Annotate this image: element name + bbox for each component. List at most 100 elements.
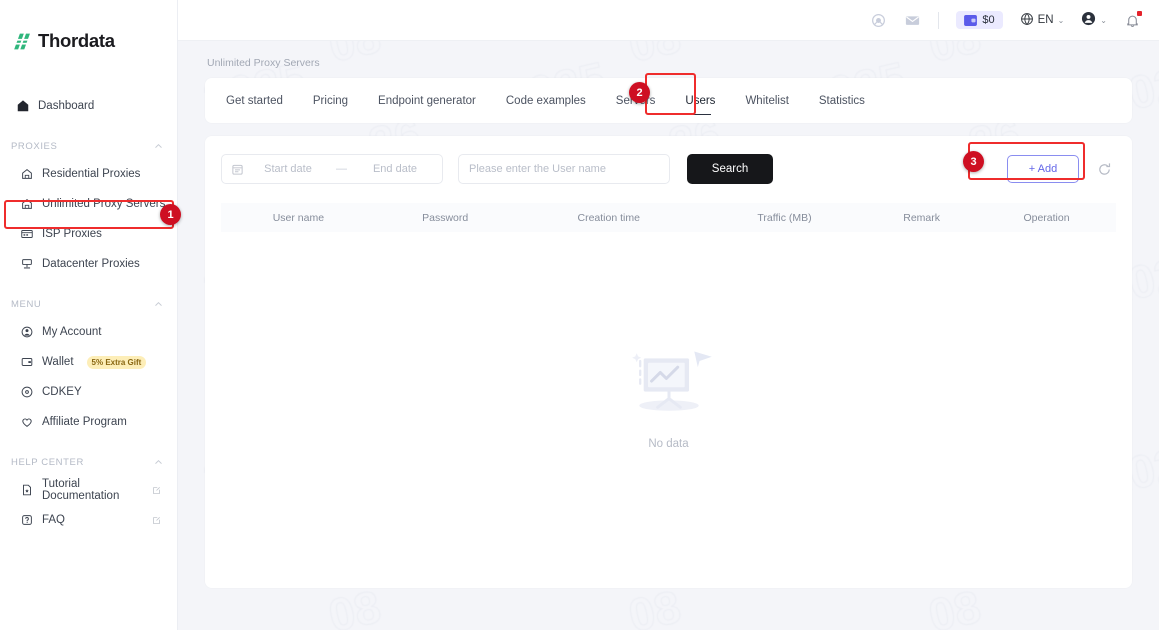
sidebar-item-label: Datacenter Proxies [42, 258, 140, 270]
sidebar-group-label: PROXIES [11, 140, 58, 152]
sidebar-item-label: Wallet [42, 356, 74, 368]
table-header-row: User name Password Creation time Traffic… [221, 203, 1116, 232]
user-circle-icon [20, 325, 34, 339]
brand-logo[interactable]: Thordata [0, 0, 177, 56]
wallet-gift-badge: 5% Extra Gift [86, 355, 147, 369]
mail-icon[interactable] [904, 12, 921, 29]
start-date-placeholder: Start date [264, 163, 312, 175]
main-area: $0 EN ⌄ ⌄ Unlimited Proxy Servers Get st… [178, 0, 1159, 630]
users-table: User name Password Creation time Traffic… [221, 203, 1116, 232]
notification-dot [1137, 10, 1142, 16]
breadcrumb: Unlimited Proxy Servers [207, 57, 320, 69]
brand-name: Thordata [38, 30, 115, 51]
sidebar-item-wallet[interactable]: Wallet 5% Extra Gift [20, 347, 177, 377]
add-button-label: + Add [1028, 163, 1058, 175]
annotation-number-2: 2 [629, 82, 650, 103]
sidebar-group-menu[interactable]: MENU [0, 291, 177, 317]
home-icon [16, 99, 30, 113]
empty-state-label: No data [648, 438, 689, 450]
wallet-icon [964, 14, 978, 26]
refresh-icon[interactable] [1097, 162, 1112, 177]
user-avatar-icon [1081, 11, 1096, 29]
page-content: Unlimited Proxy Servers Get started Pric… [178, 41, 1159, 588]
sidebar-item-cdkey[interactable]: CDKEY [20, 377, 177, 407]
sidebar-group-label: HELP CENTER [11, 456, 84, 468]
column-operation: Operation [977, 203, 1116, 232]
tab-code-examples[interactable]: Code examples [506, 78, 586, 123]
language-selector[interactable]: EN ⌄ [1020, 12, 1065, 29]
sidebar-group-label: MENU [11, 298, 42, 310]
sidebar-item-label: FAQ [42, 514, 66, 526]
add-button[interactable]: + Add [1007, 155, 1079, 183]
faq-icon [20, 513, 34, 527]
chevron-down-icon: ⌄ [1057, 15, 1065, 25]
datacenter-icon [20, 257, 34, 271]
support-icon[interactable] [870, 12, 887, 29]
sidebar-item-datacenter-proxies[interactable]: Datacenter Proxies [20, 249, 177, 279]
search-input[interactable] [469, 163, 659, 175]
tab-bar: Get started Pricing Endpoint generator C… [205, 78, 1132, 123]
column-remark: Remark [866, 203, 977, 232]
users-table-head: User name Password Creation time Traffic… [221, 203, 1116, 232]
chevron-up-icon [154, 458, 163, 467]
sidebar-item-isp-proxies[interactable]: ISP Proxies [20, 219, 177, 249]
sidebar-group-help-center[interactable]: HELP CENTER [0, 449, 177, 475]
tab-get-started[interactable]: Get started [226, 78, 283, 123]
chevron-down-icon: ⌄ [1100, 15, 1107, 25]
end-date-placeholder: End date [372, 163, 418, 175]
account-menu[interactable]: ⌄ [1081, 11, 1107, 29]
external-link-icon [152, 486, 161, 495]
search-button[interactable]: Search [687, 154, 773, 184]
balance-chip[interactable]: $0 [956, 11, 1003, 29]
tab-users[interactable]: Users [685, 78, 715, 123]
affiliate-heart-icon [20, 415, 34, 429]
server-card-icon [20, 227, 34, 241]
sidebar-item-faq[interactable]: FAQ [20, 505, 177, 535]
column-traffic-mb: Traffic (MB) [702, 203, 867, 232]
sidebar: Thordata Dashboard PROXIES Residential P… [0, 0, 178, 630]
external-link-icon [152, 516, 161, 525]
notifications-button[interactable] [1124, 10, 1142, 29]
tab-endpoint-generator[interactable]: Endpoint generator [378, 78, 476, 123]
house-proxy-icon [20, 197, 34, 211]
sidebar-nav: Dashboard PROXIES Residential Proxies Un… [0, 91, 177, 535]
range-separator: — [336, 163, 347, 175]
sidebar-item-label: CDKEY [42, 386, 82, 398]
sidebar-item-my-account[interactable]: My Account [20, 317, 177, 347]
sidebar-item-residential-proxies[interactable]: Residential Proxies [20, 159, 177, 189]
sidebar-item-label: Tutorial Documentation [42, 478, 120, 502]
sidebar-item-affiliate-program[interactable]: Affiliate Program [20, 407, 177, 437]
username-search-field[interactable] [458, 154, 670, 184]
sidebar-item-label: Residential Proxies [42, 168, 141, 180]
sidebar-item-label: Dashboard [38, 100, 95, 112]
cdkey-icon [20, 385, 34, 399]
sidebar-group-proxies[interactable]: PROXIES [0, 133, 177, 159]
date-range-picker[interactable]: Start date — End date [221, 154, 443, 184]
users-panel: Start date — End date Search + Add [205, 136, 1132, 588]
top-bar: $0 EN ⌄ ⌄ [178, 0, 1159, 41]
tab-pricing[interactable]: Pricing [313, 78, 348, 123]
column-password: Password [375, 203, 515, 232]
document-icon [20, 483, 34, 497]
chevron-up-icon [154, 142, 163, 151]
tab-whitelist[interactable]: Whitelist [745, 78, 788, 123]
annotation-number-1: 1 [160, 204, 181, 225]
empty-state: No data [221, 232, 1116, 562]
sidebar-item-tutorial-documentation[interactable]: Tutorial Documentation [20, 475, 177, 505]
sidebar-item-dashboard[interactable]: Dashboard [0, 91, 177, 121]
wallet-small-icon [20, 355, 34, 369]
column-creation-time: Creation time [514, 203, 703, 232]
globe-icon [1020, 12, 1034, 29]
thordata-slash-logo-icon [12, 31, 33, 52]
no-data-chart-icon [621, 344, 717, 425]
house-proxy-icon [20, 167, 34, 181]
sidebar-item-label: My Account [42, 326, 102, 338]
sidebar-item-label: Affiliate Program [42, 416, 127, 428]
column-user-name: User name [221, 203, 376, 232]
sidebar-item-label: Unlimited Proxy Servers [42, 198, 166, 210]
sidebar-item-unlimited-proxy-servers[interactable]: Unlimited Proxy Servers [20, 189, 177, 219]
chevron-up-icon [154, 300, 163, 309]
toolbar-divider [938, 11, 940, 29]
app-root: Thordata Dashboard PROXIES Residential P… [0, 0, 1159, 630]
tab-statistics[interactable]: Statistics [819, 78, 865, 123]
